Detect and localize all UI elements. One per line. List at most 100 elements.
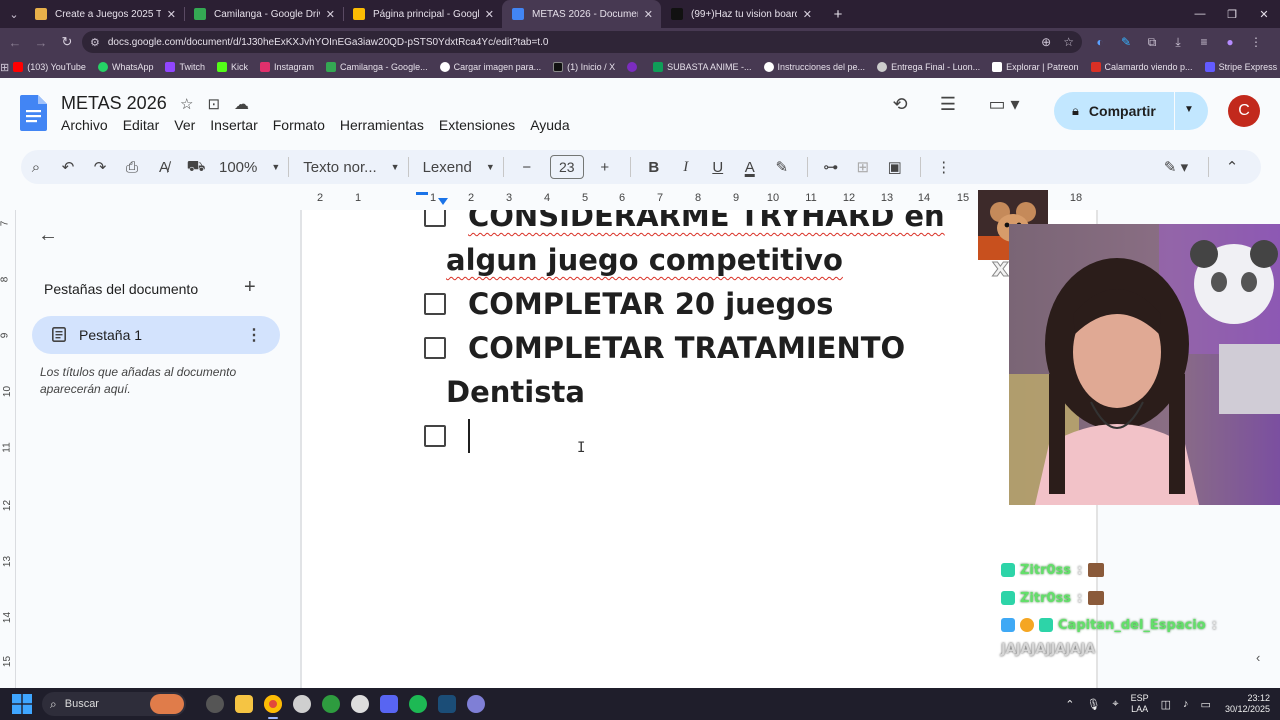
- decrease-font-size-icon[interactable]: −: [512, 153, 542, 181]
- menu-insertar[interactable]: Insertar: [210, 117, 257, 133]
- close-tab-icon[interactable]: ✕: [326, 8, 335, 21]
- bookmark-calamardo[interactable]: Calamardo viendo p...: [1090, 62, 1193, 72]
- restore-icon[interactable]: ❐: [1216, 0, 1248, 28]
- download-icon[interactable]: ⤓: [1170, 34, 1186, 50]
- add-comment-icon[interactable]: ⊞: [848, 153, 878, 181]
- bookmark-drive[interactable]: Camilanga - Google...: [326, 62, 428, 72]
- checkbox[interactable]: [424, 425, 446, 447]
- widgets-app-icon[interactable]: [205, 695, 224, 713]
- browser-tab-active[interactable]: METAS 2026 - Documentos de ✕: [502, 0, 661, 28]
- indent-marker-icon[interactable]: [416, 192, 428, 200]
- menu-formato[interactable]: Formato: [273, 117, 325, 133]
- taskbar-search[interactable]: ⌕ Buscar: [42, 692, 186, 716]
- docs-logo-icon[interactable]: [20, 95, 47, 131]
- bookmark-instagram[interactable]: Instagram: [260, 62, 314, 72]
- close-tab-icon[interactable]: ✕: [485, 8, 494, 21]
- menu-archivo[interactable]: Archivo: [61, 117, 108, 133]
- file-explorer-icon[interactable]: [234, 695, 253, 713]
- redo-icon[interactable]: ↷: [85, 153, 115, 181]
- share-button[interactable]: 🔒︎ Compartir ▼: [1054, 92, 1208, 130]
- extension-icon[interactable]: ◐: [1092, 34, 1108, 50]
- close-tab-icon[interactable]: ✕: [644, 8, 653, 21]
- menu-extensiones[interactable]: Extensiones: [439, 117, 515, 133]
- paint-format-icon[interactable]: ⛟: [181, 153, 211, 181]
- text-color-icon[interactable]: A: [735, 153, 765, 181]
- close-tab-icon[interactable]: ✕: [803, 8, 812, 21]
- network-icon[interactable]: ◫: [1161, 698, 1171, 711]
- steam-icon[interactable]: [437, 695, 456, 713]
- bookmark-patreon[interactable]: Explorar | Patreon: [992, 62, 1079, 72]
- checklist-item-text[interactable]: COMPLETAR TRATAMIENTO: [468, 331, 905, 365]
- xbox-icon[interactable]: [321, 695, 340, 713]
- increase-font-size-icon[interactable]: +: [590, 153, 620, 181]
- browser-tab[interactable]: Página principal - Google Drive ✕: [343, 0, 502, 28]
- discord-icon[interactable]: [379, 695, 398, 713]
- bookmark-kick[interactable]: Kick: [216, 62, 248, 72]
- menu-editar[interactable]: Editar: [123, 117, 160, 133]
- meet-camera-icon[interactable]: ▭ ▾: [984, 92, 1024, 116]
- browser-tab[interactable]: Create a Juegos 2025 Tier List ✕: [25, 0, 184, 28]
- print-icon[interactable]: ⎙: [117, 153, 147, 181]
- font-select[interactable]: Lexend ▼: [423, 159, 495, 176]
- back-arrow-icon[interactable]: ←: [38, 224, 58, 247]
- star-icon[interactable]: ☆: [180, 95, 193, 113]
- bookmark-instrucciones[interactable]: Instrucciones del pe...: [763, 62, 865, 72]
- playlist-icon[interactable]: ≡: [1196, 34, 1212, 50]
- paragraph-style-select[interactable]: Texto nor... ▼: [303, 159, 399, 176]
- system-clock[interactable]: 23:12 30/12/2025: [1225, 693, 1270, 715]
- insert-link-icon[interactable]: ⊶: [816, 153, 846, 181]
- highlight-icon[interactable]: ✎: [767, 153, 797, 181]
- menu-kebab-icon[interactable]: ⋮: [1248, 34, 1264, 50]
- misspelled-word[interactable]: CONSIDERARME TRYHARD en: [468, 210, 945, 233]
- input-language[interactable]: ESP LAA: [1131, 693, 1149, 715]
- menu-ayuda[interactable]: Ayuda: [530, 117, 569, 133]
- omnibox[interactable]: ⚙ docs.google.com/document/d/1J30heExKXJ…: [82, 31, 1082, 53]
- bookmark-youtube[interactable]: (103) YouTube: [13, 62, 86, 72]
- forward-icon[interactable]: →: [30, 31, 52, 53]
- menu-herramientas[interactable]: Herramientas: [340, 117, 424, 133]
- move-folder-icon[interactable]: ⊡: [207, 95, 220, 113]
- more-options-icon[interactable]: ⋮: [929, 153, 959, 181]
- left-indent-triangle-icon[interactable]: [438, 198, 448, 205]
- bold-icon[interactable]: B: [639, 153, 669, 181]
- italic-icon[interactable]: I: [671, 153, 701, 181]
- reload-icon[interactable]: ↻: [56, 31, 78, 53]
- spotify-icon[interactable]: [408, 695, 427, 713]
- collapse-menus-icon[interactable]: ⌃: [1217, 153, 1247, 181]
- version-history-icon[interactable]: ⟲: [888, 92, 912, 116]
- editing-mode-icon[interactable]: ✎ ▾: [1154, 153, 1198, 181]
- site-info-icon[interactable]: ⚙: [90, 36, 100, 49]
- battery-icon[interactable]: ▭: [1201, 698, 1211, 711]
- apps-grid-icon[interactable]: ⊞: [0, 61, 9, 74]
- bookmark-subasta[interactable]: SUBASTA ANIME -...: [653, 62, 752, 72]
- settings-gear-icon[interactable]: [292, 695, 311, 713]
- bookmark-twitch[interactable]: Twitch: [165, 62, 205, 72]
- spellcheck-icon[interactable]: A̸: [149, 153, 179, 181]
- undo-icon[interactable]: ↶: [53, 153, 83, 181]
- search-menus-icon[interactable]: ⌕: [21, 153, 51, 181]
- chevron-down-icon[interactable]: ▼: [1184, 104, 1194, 115]
- insert-image-icon[interactable]: ▣: [880, 153, 910, 181]
- checklist-item-text[interactable]: COMPLETAR 20 juegos: [468, 287, 833, 321]
- close-window-icon[interactable]: ✕: [1248, 0, 1280, 28]
- minimize-icon[interactable]: —: [1184, 0, 1216, 28]
- checkbox[interactable]: [424, 293, 446, 315]
- profile-icon[interactable]: ●: [1222, 34, 1238, 50]
- close-tab-icon[interactable]: ✕: [167, 8, 176, 21]
- browser-tab[interactable]: Camilanga - Google Drive ✕: [184, 0, 343, 28]
- chevron-up-icon[interactable]: ⌃: [1065, 698, 1074, 711]
- volume-icon[interactable]: ♪: [1183, 698, 1189, 710]
- bookmark-unnamed[interactable]: [627, 62, 641, 72]
- bookmark-star-icon[interactable]: ☆: [1063, 35, 1074, 49]
- comments-icon[interactable]: ☰: [936, 92, 960, 116]
- checklist-item-text-continued[interactable]: Dentista: [446, 375, 585, 409]
- windows-start-icon[interactable]: [12, 694, 32, 714]
- back-icon[interactable]: ←: [4, 31, 26, 53]
- obs-icon[interactable]: [350, 695, 369, 713]
- bookmark-x[interactable]: (1) Inicio / X: [553, 62, 615, 72]
- browser-tab[interactable]: (99+)Haz tu vision board 2026 ✕: [661, 0, 820, 28]
- bookmark-upload-image[interactable]: Cargar imagen para...: [439, 62, 541, 72]
- new-tab-button[interactable]: +: [826, 2, 850, 26]
- tab-search-icon[interactable]: ⌄: [3, 3, 25, 25]
- side-panel-toggle-icon[interactable]: ‹: [1256, 650, 1260, 665]
